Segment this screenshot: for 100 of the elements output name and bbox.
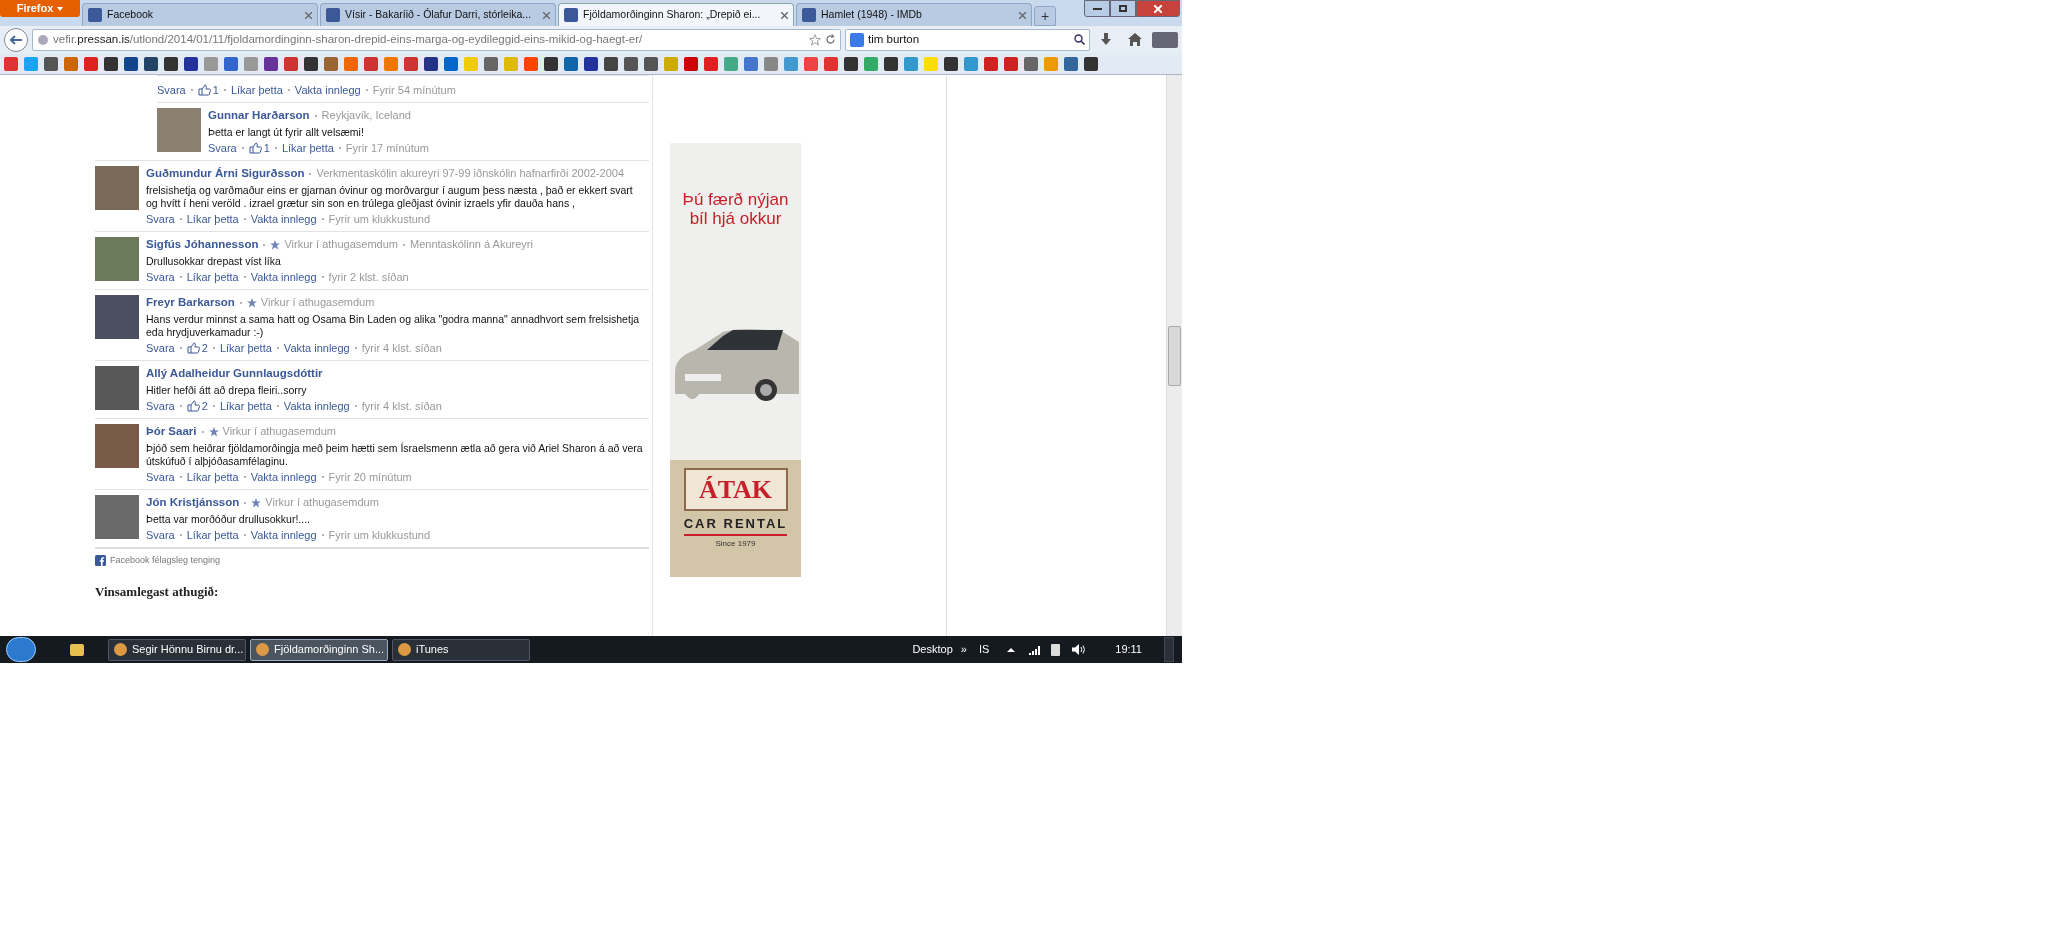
bookmark-icon[interactable] [944, 56, 958, 71]
close-tab-icon[interactable] [305, 11, 312, 19]
back-button[interactable] [4, 27, 28, 52]
bookmark-icon[interactable] [164, 56, 178, 71]
like-link[interactable]: Líkar þetta [230, 83, 283, 97]
taskbar-item[interactable]: iTunes [392, 638, 530, 661]
like-link[interactable]: Líkar þetta [186, 528, 239, 542]
close-tab-icon[interactable] [543, 11, 550, 19]
bookmark-icon[interactable] [124, 56, 138, 71]
like-link[interactable]: Líkar þetta [186, 270, 239, 284]
follow-post-link[interactable]: Vakta innlegg [250, 270, 317, 284]
bookmark-icon[interactable] [1084, 56, 1098, 71]
like-link[interactable]: Líkar þetta [281, 141, 334, 155]
bookmark-icon[interactable] [1024, 56, 1038, 71]
bookmark-icon[interactable] [1064, 56, 1078, 71]
address-field[interactable]: vefir.pressan.is/utlond/2014/01/11/fjoldamordinginn-sharon-drepid-eins-marga-og-eydileggid-eins-mikid-og-haegt-er/ [32, 28, 841, 51]
bookmark-icon[interactable] [1004, 56, 1018, 71]
comment-text: Hans verdur minnst a sama hatt og Osama Bin Laden og alika "godra manna" annadhvort sem frelsishetja eda hrydjuverkamadur :-) [146, 313, 641, 339]
bookmark-icon[interactable] [624, 56, 638, 71]
bookmark-icon[interactable] [184, 56, 198, 71]
search-field[interactable]: tim burton [845, 28, 1090, 51]
commenter-status-label: Virkur í athugasemdum [222, 424, 337, 439]
bookmark-icon[interactable] [844, 56, 858, 71]
bookmark-icon[interactable] [584, 56, 598, 71]
home-icon[interactable] [1128, 33, 1142, 46]
commenter-name[interactable]: Sigfús Jóhannesson [146, 237, 259, 252]
start-button[interactable] [6, 637, 36, 662]
close-button[interactable] [1136, 0, 1180, 17]
desktop-toolbar-label[interactable]: Desktop [912, 641, 953, 658]
like-link[interactable]: Líkar þetta [219, 341, 272, 355]
browser-tab[interactable]: Vísir - Bakaríið - Ólafur Darri, stórleika... [320, 3, 556, 26]
commenter-name[interactable]: Jón Kristjánsson [146, 495, 240, 510]
star-bookmark-icon[interactable] [809, 33, 821, 46]
bookmark-icon[interactable] [264, 56, 278, 71]
bookmark-icon[interactable] [644, 56, 658, 71]
bookmark-icon[interactable] [544, 56, 558, 71]
bookmark-icon[interactable] [444, 56, 458, 71]
taskbar-item[interactable]: Fjöldamorðinginn Sh... [250, 638, 388, 661]
close-tab-icon[interactable] [781, 11, 788, 19]
minimize-icon[interactable] [1084, 0, 1110, 17]
browser-tab[interactable]: Facebook [82, 3, 318, 26]
facebook-icon [95, 555, 106, 567]
comment-text: frelsishetja og varðmaður eins er gjarnan óvinur og morðvargur í augum þess næsta , það er ekkert svart og hvítt í heni veröld . izrael grætur sin son en trúlega gleðjast óvinir izraels yfir dauða hans , [146, 184, 634, 210]
like-link[interactable]: Líkar þetta [186, 470, 239, 484]
download-icon[interactable] [1100, 32, 1112, 47]
scrollbar[interactable] [1166, 75, 1182, 636]
ad-since-text: Since 1979 [715, 537, 756, 550]
follow-post-link[interactable]: Vakta innlegg [250, 212, 317, 226]
reload-icon[interactable] [825, 34, 836, 45]
follow-post-link[interactable]: Vakta innlegg [250, 470, 317, 484]
follow-post-link[interactable]: Vakta innlegg [283, 399, 350, 413]
reply-link[interactable]: Svara [146, 341, 175, 355]
commenter-name[interactable]: Gunnar Harðarson [208, 108, 310, 123]
commenter-name[interactable]: Allý Adalheidur Gunnlaugsdóttir [146, 366, 323, 381]
restore-icon[interactable] [1110, 0, 1136, 17]
reply-link[interactable]: Svara [208, 141, 237, 155]
bookmark-icon[interactable] [604, 56, 618, 71]
reply-link[interactable]: Svara [146, 270, 175, 284]
reply-link[interactable]: Svara [157, 83, 186, 97]
bookmark-icon[interactable] [984, 56, 998, 71]
scroll-thumb[interactable] [1168, 325, 1181, 386]
bookmark-icon[interactable] [684, 56, 698, 71]
follow-post-link[interactable]: Vakta innlegg [294, 83, 361, 97]
search-icon[interactable] [1074, 34, 1085, 45]
taskbar-item[interactable]: Segir Hönnu Birnu dr... [108, 638, 246, 661]
new-tab-button[interactable]: + [1034, 6, 1056, 26]
bookmark-icon[interactable] [304, 56, 318, 71]
bookmark-icon[interactable] [144, 56, 158, 71]
close-tab-icon[interactable] [1019, 11, 1026, 19]
speaker-icon[interactable] [1072, 644, 1086, 655]
bookmark-icon[interactable] [564, 56, 578, 71]
commenter-name[interactable]: Guðmundur Árni Sigurðsson [146, 166, 305, 181]
car-rental-ad[interactable]: Þú færð nýjan bíl hjá okkur ÁTAK CAR RENTAL Since 1979 [670, 143, 801, 577]
commenter-status-label: Virkur í athugasemdum [284, 237, 398, 252]
bookmark-icon[interactable] [224, 56, 238, 71]
clock-text[interactable]: 19:11 [1115, 641, 1142, 658]
like-link[interactable]: Líkar þetta [186, 212, 239, 226]
bookmark-icon[interactable] [44, 56, 58, 71]
reply-link[interactable]: Svara [146, 212, 175, 226]
follow-post-link[interactable]: Vakta innlegg [283, 341, 350, 355]
bookmark-icon[interactable] [484, 56, 498, 71]
plugin-footer-text: Facebook félagsleg tenging [110, 554, 221, 567]
commenter-name[interactable]: Freyr Barkarson [146, 295, 235, 310]
bookmark-icon[interactable] [884, 56, 898, 71]
reply-link[interactable]: Svara [146, 528, 175, 542]
commenter-name[interactable]: Þór Saari [146, 424, 197, 439]
reply-link[interactable]: Svara [146, 399, 175, 413]
toolbar-chevron[interactable]: » [960, 641, 967, 658]
browser-tab[interactable]: Fjöldamorðinginn Sharon: „Drepið ei... [558, 3, 794, 26]
bookmark-icon[interactable] [424, 56, 438, 71]
signal-icon[interactable] [1029, 644, 1042, 655]
bookmark-icon[interactable] [104, 56, 118, 71]
follow-post-link[interactable]: Vakta innlegg [250, 528, 317, 542]
browser-tab[interactable]: Hamlet (1948) - IMDb [796, 3, 1032, 26]
reply-link[interactable]: Svara [146, 470, 175, 484]
language-indicator[interactable]: IS [978, 641, 990, 658]
like-link[interactable]: Líkar þetta [219, 399, 272, 413]
ad-brand-line: CAR RENTAL [683, 514, 788, 536]
show-hidden-icons-icon[interactable] [1007, 647, 1016, 652]
thumbs-up-icon [186, 342, 200, 354]
